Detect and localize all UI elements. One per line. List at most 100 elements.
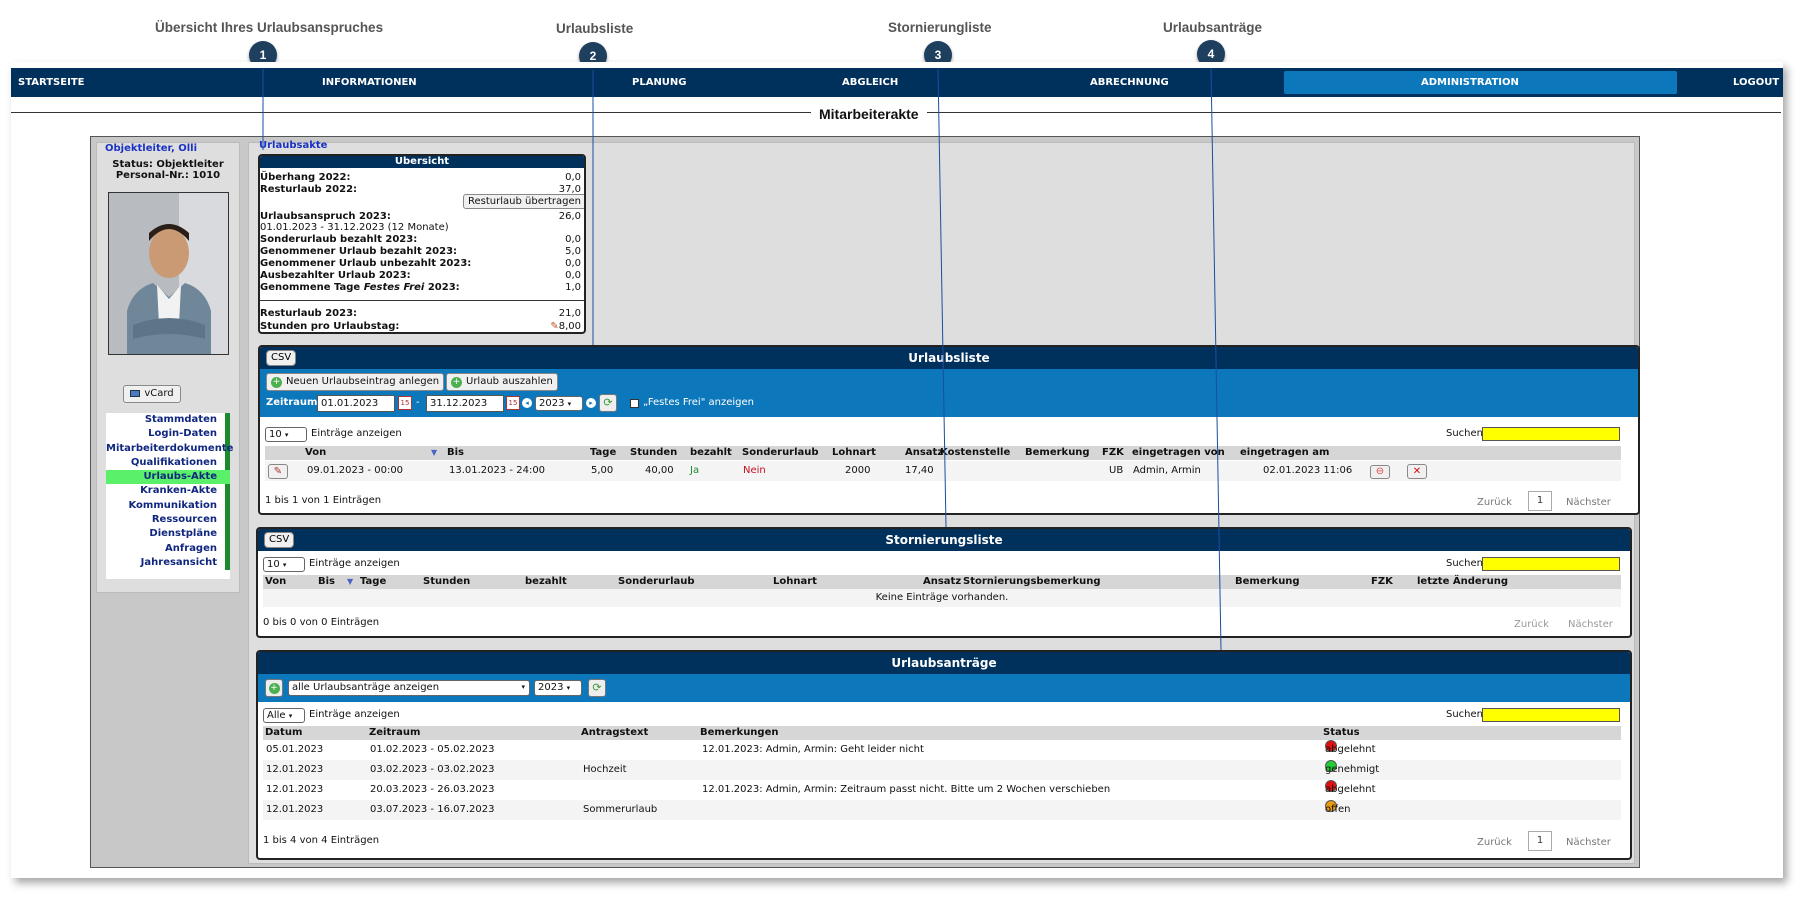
menu-item-dienstplaene[interactable]: Dienstpläne (106, 527, 230, 542)
antrag-filter-select[interactable]: alle Urlaubsanträge anzeigen ▾ (288, 680, 530, 696)
col-von[interactable]: Von (265, 575, 286, 589)
col-bezahlt[interactable]: bezahlt (525, 575, 567, 589)
callout-label-1: Übersicht Ihres Urlaubsanspruches (155, 20, 384, 35)
delete-icon[interactable]: ✕ (1407, 464, 1427, 479)
urlaubsliste-page-1[interactable]: 1 (1528, 491, 1552, 511)
prev-year-icon[interactable]: ◂ (522, 398, 532, 408)
employee-name[interactable]: Objektleiter, Olli (105, 143, 197, 154)
col-bis[interactable]: Bis (447, 446, 464, 460)
menu-item-urlaubs-akte[interactable]: Urlaubs-Akte (106, 470, 230, 485)
chevron-down-icon: ▾ (288, 712, 293, 720)
col-tage[interactable]: Tage (590, 446, 616, 460)
col-sonderurlaub[interactable]: Sonderurlaub (618, 575, 695, 589)
value: 0,0 (565, 234, 581, 245)
status-text: genehmigt (1325, 764, 1380, 775)
stornierungsliste-next-button[interactable]: Nächster (1568, 619, 1613, 630)
festes-frei-checkbox[interactable] (630, 399, 639, 408)
refresh-icon[interactable]: ⟳ (599, 394, 617, 412)
menu-item-login-daten[interactable]: Login-Daten (106, 427, 230, 442)
col-bezahlt[interactable]: bezahlt (690, 446, 732, 460)
stornierungsliste-page-size-select[interactable]: 10 ▾ (263, 557, 305, 572)
table-row: 05.01.2023 01.02.2023 - 05.02.2023 12.01… (263, 740, 1621, 760)
col-sonderurlaub[interactable]: Sonderurlaub (742, 446, 819, 460)
col-bemerkung[interactable]: Bemerkung (1235, 575, 1300, 589)
menu-item-stammdaten[interactable]: Stammdaten (106, 413, 230, 428)
col-bemerkungen[interactable]: Bemerkungen (700, 726, 779, 740)
nav-item-abrechnung[interactable]: ABRECHNUNG (1090, 77, 1169, 88)
stornierungsliste-search-input[interactable] (1482, 557, 1620, 571)
overview-row-festes-frei: Genommene Tage Festes Frei 2023: 1,0 (260, 282, 584, 293)
col-fzk[interactable]: FZK (1102, 446, 1124, 460)
edit-icon[interactable]: ✎ (268, 464, 288, 479)
menu-item-qualifikationen[interactable]: Qualifikationen (106, 455, 230, 471)
cancel-entry-icon[interactable]: ⊖ (1370, 465, 1390, 479)
col-bemerkung[interactable]: Bemerkung (1025, 446, 1090, 460)
overview-row-genommen-unbez: Genommener Urlaub unbezahlt 2023: 0,0 (260, 258, 584, 269)
pencil-icon[interactable]: ✎ (550, 321, 558, 332)
col-bis[interactable]: Bis (318, 575, 335, 589)
new-entry-button[interactable]: + Neuen Urlaubseintrag anlegen (266, 373, 445, 391)
urlaubsliste-csv-button[interactable]: CSV (266, 350, 297, 366)
col-stunden[interactable]: Stunden (630, 446, 677, 460)
nav-item-planung[interactable]: PLANUNG (632, 77, 687, 88)
urlaubsantraege-next-button[interactable]: Nächster (1566, 837, 1611, 848)
resturlaub-uebertragen-button[interactable]: Resturlaub übertragen (463, 194, 584, 209)
urlaubsantraege-page-size-select[interactable]: Alle ▾ (263, 708, 305, 723)
col-letzte-aenderung[interactable]: letzte Änderung (1417, 575, 1508, 589)
callout-label-4: Urlaubsanträge (1163, 20, 1263, 35)
stornierungsliste-csv-button[interactable]: CSV (264, 532, 295, 548)
urlaubsliste-prev-button[interactable]: Zurück (1477, 497, 1512, 508)
antrag-year-select[interactable]: 2023 ▾ (534, 680, 582, 696)
chevron-down-icon: ▾ (282, 561, 287, 569)
col-stunden[interactable]: Stunden (423, 575, 470, 589)
col-stornierungsbemerkung[interactable]: Stornierungsbemerkung (963, 575, 1101, 589)
chevron-down-icon: ▾ (566, 684, 571, 692)
stornierungsliste-prev-button[interactable]: Zurück (1514, 619, 1549, 630)
menu-item-ressourcen[interactable]: Ressourcen (106, 513, 230, 528)
menu-item-jahresansicht[interactable]: Jahresansicht (106, 555, 230, 571)
col-lohnart[interactable]: Lohnart (832, 446, 876, 460)
menu-item-mitarbeiterdokumente[interactable]: Mitarbeiterdokumente (106, 441, 233, 456)
next-year-icon[interactable]: ▸ (586, 398, 596, 408)
col-ansatz[interactable]: Ansatz (923, 575, 961, 589)
menu-item-kommunikation[interactable]: Kommunikation (106, 498, 230, 514)
add-antrag-icon[interactable]: + (265, 679, 283, 697)
refresh-icon[interactable]: ⟳ (588, 679, 606, 697)
nav-item-startseite[interactable]: STARTSEITE (18, 77, 84, 88)
urlaub-auszahlen-button[interactable]: + Urlaub auszahlen (446, 373, 558, 391)
menu-item-kranken-akte[interactable]: Kranken-Akte (106, 484, 230, 499)
year-select[interactable]: 2023 ▾ (535, 396, 583, 411)
col-eingetragen-am[interactable]: eingetragen am (1240, 446, 1329, 460)
urlaubsliste-next-button[interactable]: Nächster (1566, 497, 1611, 508)
nav-item-informationen[interactable]: INFORMATIONEN (322, 77, 417, 88)
nav-item-administration[interactable]: ADMINISTRATION (1421, 77, 1519, 88)
urlaubsliste-search-input[interactable] (1482, 427, 1620, 441)
col-ansatz[interactable]: Ansatz (905, 446, 943, 460)
vcard-button[interactable]: vCard (123, 385, 181, 403)
urlaubsantraege-page-1[interactable]: 1 (1528, 831, 1552, 851)
col-zeitraum[interactable]: Zeitraum (369, 726, 420, 740)
col-antragstext[interactable]: Antragstext (581, 726, 648, 740)
menu-item-anfragen[interactable]: Anfragen (106, 541, 230, 556)
date-to-input[interactable]: 31.12.2023 (426, 395, 504, 412)
col-status[interactable]: Status (1323, 726, 1360, 740)
col-kostenstelle[interactable]: Kostenstelle (940, 446, 1010, 460)
col-eingetragen-von[interactable]: eingetragen von (1132, 446, 1225, 460)
col-tage[interactable]: Tage (360, 575, 386, 589)
nav-item-abgleich[interactable]: ABGLEICH (842, 77, 898, 88)
label: Stunden pro Urlaubstag: (260, 321, 400, 332)
calendar-from-icon[interactable]: 15 (398, 396, 412, 410)
col-fzk[interactable]: FZK (1371, 575, 1393, 589)
col-datum[interactable]: Datum (265, 726, 302, 740)
nav-item-logout[interactable]: LOGOUT (1733, 77, 1779, 88)
year-value: 2023 (538, 682, 564, 693)
urlaubsantraege-search-input[interactable] (1482, 708, 1620, 722)
col-von[interactable]: Von (305, 446, 326, 460)
breadcrumb[interactable]: Urlaubsakte (259, 140, 327, 151)
col-lohnart[interactable]: Lohnart (773, 575, 817, 589)
urlaubsantraege-prev-button[interactable]: Zurück (1477, 837, 1512, 848)
avatar (108, 192, 229, 355)
calendar-to-icon[interactable]: 15 (506, 396, 520, 410)
urlaubsliste-page-size-select[interactable]: 10 ▾ (265, 427, 307, 442)
date-from-input[interactable]: 01.01.2023 (317, 395, 395, 412)
